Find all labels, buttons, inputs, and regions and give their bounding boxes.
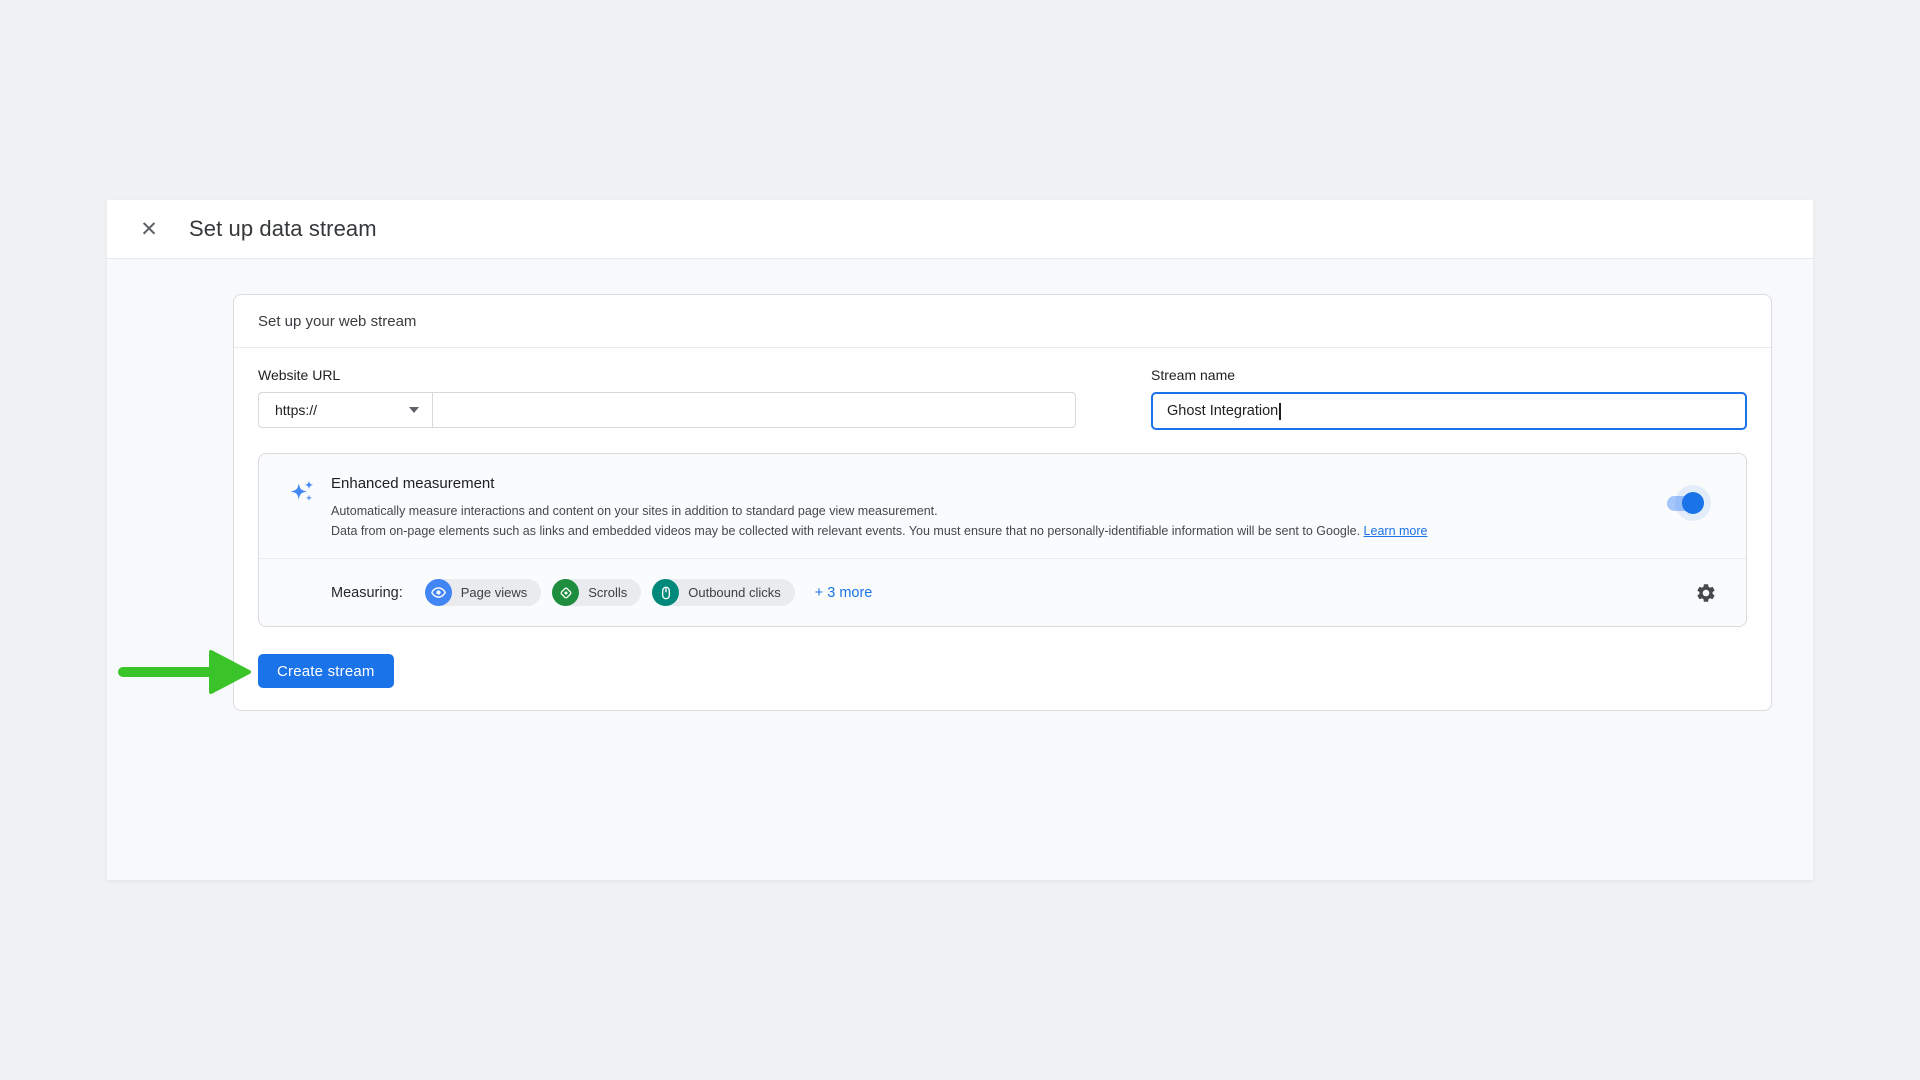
protocol-value: https:// bbox=[275, 402, 317, 418]
gear-icon[interactable] bbox=[1694, 581, 1718, 605]
website-url-label: Website URL bbox=[258, 367, 1076, 383]
enhanced-description-line1: Automatically measure interactions and c… bbox=[331, 501, 1427, 521]
scroll-icon bbox=[552, 579, 579, 606]
stream-name-value: Ghost Integration bbox=[1167, 403, 1278, 419]
measuring-row: Measuring: Page views bbox=[259, 559, 1746, 626]
annotation-arrow-icon bbox=[113, 646, 253, 698]
card-header-title: Set up your web stream bbox=[234, 295, 1771, 348]
sparkle-icon bbox=[287, 477, 317, 541]
create-stream-button[interactable]: Create stream bbox=[258, 654, 394, 688]
web-stream-card: Set up your web stream Website URL https… bbox=[233, 294, 1772, 711]
protocol-dropdown[interactable]: https:// bbox=[259, 393, 432, 427]
more-chips-link[interactable]: + 3 more bbox=[815, 585, 873, 601]
setup-data-stream-dialog: ✕ Set up data stream Set up your web str… bbox=[107, 200, 1813, 880]
enhanced-measurement-title: Enhanced measurement bbox=[331, 475, 1427, 492]
website-url-field: https:// bbox=[258, 392, 1076, 428]
toggle-thumb bbox=[1682, 492, 1704, 514]
close-icon[interactable]: ✕ bbox=[135, 215, 163, 243]
enhanced-description-line2: Data from on-page elements such as links… bbox=[331, 521, 1427, 541]
stream-form-row: Website URL https:// Stream name Ghost I… bbox=[234, 348, 1771, 430]
text-caret bbox=[1279, 403, 1281, 420]
stream-name-input[interactable]: Ghost Integration bbox=[1151, 392, 1747, 430]
chevron-down-icon bbox=[409, 407, 419, 413]
enhanced-measurement-box: Enhanced measurement Automatically measu… bbox=[258, 453, 1747, 627]
enhanced-measurement-toggle[interactable] bbox=[1667, 496, 1702, 511]
chip-outbound-clicks: Outbound clicks bbox=[652, 579, 795, 606]
dialog-title: Set up data stream bbox=[189, 216, 377, 242]
mouse-icon bbox=[652, 579, 679, 606]
website-url-input[interactable] bbox=[433, 393, 1075, 427]
chip-scrolls: Scrolls bbox=[552, 579, 641, 606]
eye-icon bbox=[425, 579, 452, 606]
chip-page-views: Page views bbox=[425, 579, 541, 606]
measuring-label: Measuring: bbox=[331, 585, 403, 601]
stream-name-label: Stream name bbox=[1151, 367, 1747, 383]
learn-more-link[interactable]: Learn more bbox=[1364, 524, 1428, 538]
dialog-header: ✕ Set up data stream bbox=[107, 200, 1813, 259]
